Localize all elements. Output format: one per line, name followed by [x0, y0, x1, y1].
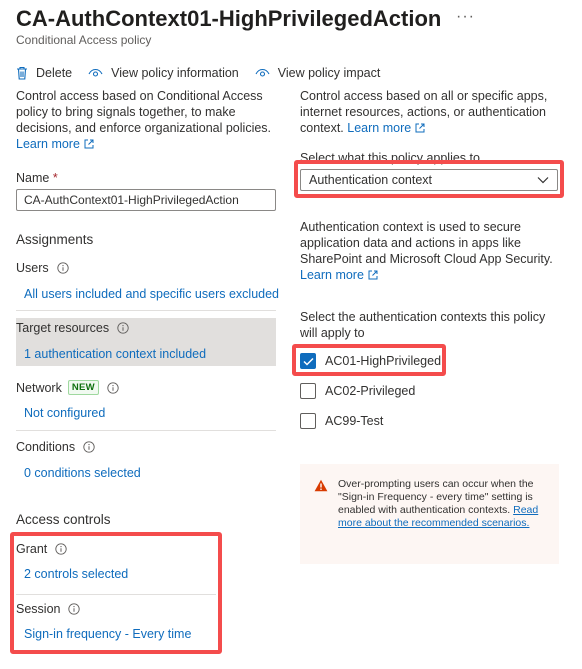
eye-icon — [255, 68, 270, 77]
auth-context-select-label: Select the authentication contexts this … — [300, 310, 546, 340]
target-resources-label: Target resources — [16, 321, 129, 335]
session-label: Session — [16, 602, 81, 616]
divider — [16, 430, 276, 431]
chevron-down-icon — [537, 177, 549, 184]
learn-more-link[interactable]: Learn more — [16, 137, 94, 151]
divider — [16, 594, 216, 595]
checkbox-ac99-test[interactable]: AC99-Test — [300, 412, 383, 430]
page-title: CA-AuthContext01-HighPrivilegedAction — [16, 6, 442, 31]
users-link[interactable]: All users included and specific users ex… — [24, 287, 279, 301]
target-intro: Control access based on all or specific … — [300, 88, 562, 136]
dropdown-value: Authentication context — [309, 173, 432, 187]
checkbox-ac02-privileged[interactable]: AC02-Privileged — [300, 382, 415, 400]
info-icon[interactable] — [83, 441, 95, 453]
checkbox-ac01-highprivileged[interactable]: AC01-HighPrivileged — [300, 352, 441, 370]
name-label: Name * — [16, 171, 58, 185]
warning-icon — [314, 479, 328, 492]
applies-to-label: Select what this policy applies to — [300, 151, 480, 165]
view-policy-information-button[interactable]: View policy information — [88, 66, 239, 80]
new-badge: NEW — [67, 380, 99, 395]
eye-icon — [88, 68, 103, 77]
delete-button[interactable]: Delete — [16, 66, 72, 80]
grant-link[interactable]: 2 controls selected — [24, 567, 128, 581]
info-icon[interactable] — [57, 262, 69, 274]
assignments-heading: Assignments — [16, 232, 94, 247]
checkbox[interactable] — [300, 353, 316, 369]
info-icon[interactable] — [68, 603, 81, 615]
network-link[interactable]: Not configured — [24, 406, 105, 420]
warning-text: Over-prompting users can occur when the … — [338, 478, 534, 516]
grant-label: Grant — [16, 542, 67, 556]
applies-to-dropdown[interactable]: Authentication context — [300, 169, 558, 191]
view-policy-impact-button[interactable]: View policy impact — [255, 66, 381, 80]
view-policy-information-label: View policy information — [111, 66, 239, 80]
trash-icon — [17, 66, 27, 80]
checkbox[interactable] — [300, 413, 316, 429]
external-link-icon — [415, 123, 425, 133]
page-subtitle: Conditional Access policy — [16, 33, 152, 47]
delete-label: Delete — [36, 66, 73, 80]
toolbar: Delete View policy information View poli… — [16, 64, 396, 82]
policy-intro-text: Control access based on Conditional Acce… — [16, 89, 272, 135]
checkbox-label: AC01-HighPrivileged — [325, 354, 442, 368]
checkbox-label: AC99-Test — [325, 414, 384, 428]
network-label: Network NEW — [16, 380, 119, 395]
auth-context-description-text: Authentication context is used to secure… — [300, 220, 553, 266]
users-label: Users — [16, 261, 69, 275]
name-input[interactable] — [16, 189, 276, 211]
divider — [16, 310, 276, 311]
target-resources-link[interactable]: 1 authentication context included — [24, 347, 206, 361]
checkmark-icon — [302, 357, 314, 366]
info-icon[interactable] — [55, 543, 67, 555]
info-icon[interactable] — [117, 322, 129, 334]
auth-context-description: Authentication context is used to secure… — [300, 219, 562, 283]
access-controls-heading: Access controls — [16, 512, 111, 527]
view-policy-impact-label: View policy impact — [277, 66, 381, 80]
learn-more-link[interactable]: Learn more — [300, 268, 378, 282]
session-link[interactable]: Sign-in frequency - Every time — [24, 627, 191, 641]
info-icon[interactable] — [107, 381, 119, 394]
conditions-link[interactable]: 0 conditions selected — [24, 466, 141, 480]
required-mark: * — [52, 171, 58, 185]
conditions-label: Conditions — [16, 440, 95, 454]
policy-intro: Control access based on Conditional Acce… — [16, 88, 276, 152]
checkbox[interactable] — [300, 383, 316, 399]
external-link-icon — [368, 270, 378, 280]
more-options-button[interactable]: ··· — [456, 8, 475, 26]
checkbox-label: AC02-Privileged — [325, 384, 416, 398]
learn-more-link[interactable]: Learn more — [347, 121, 425, 135]
external-link-icon — [84, 139, 94, 149]
warning-message: Over-prompting users can occur when the … — [300, 464, 559, 564]
